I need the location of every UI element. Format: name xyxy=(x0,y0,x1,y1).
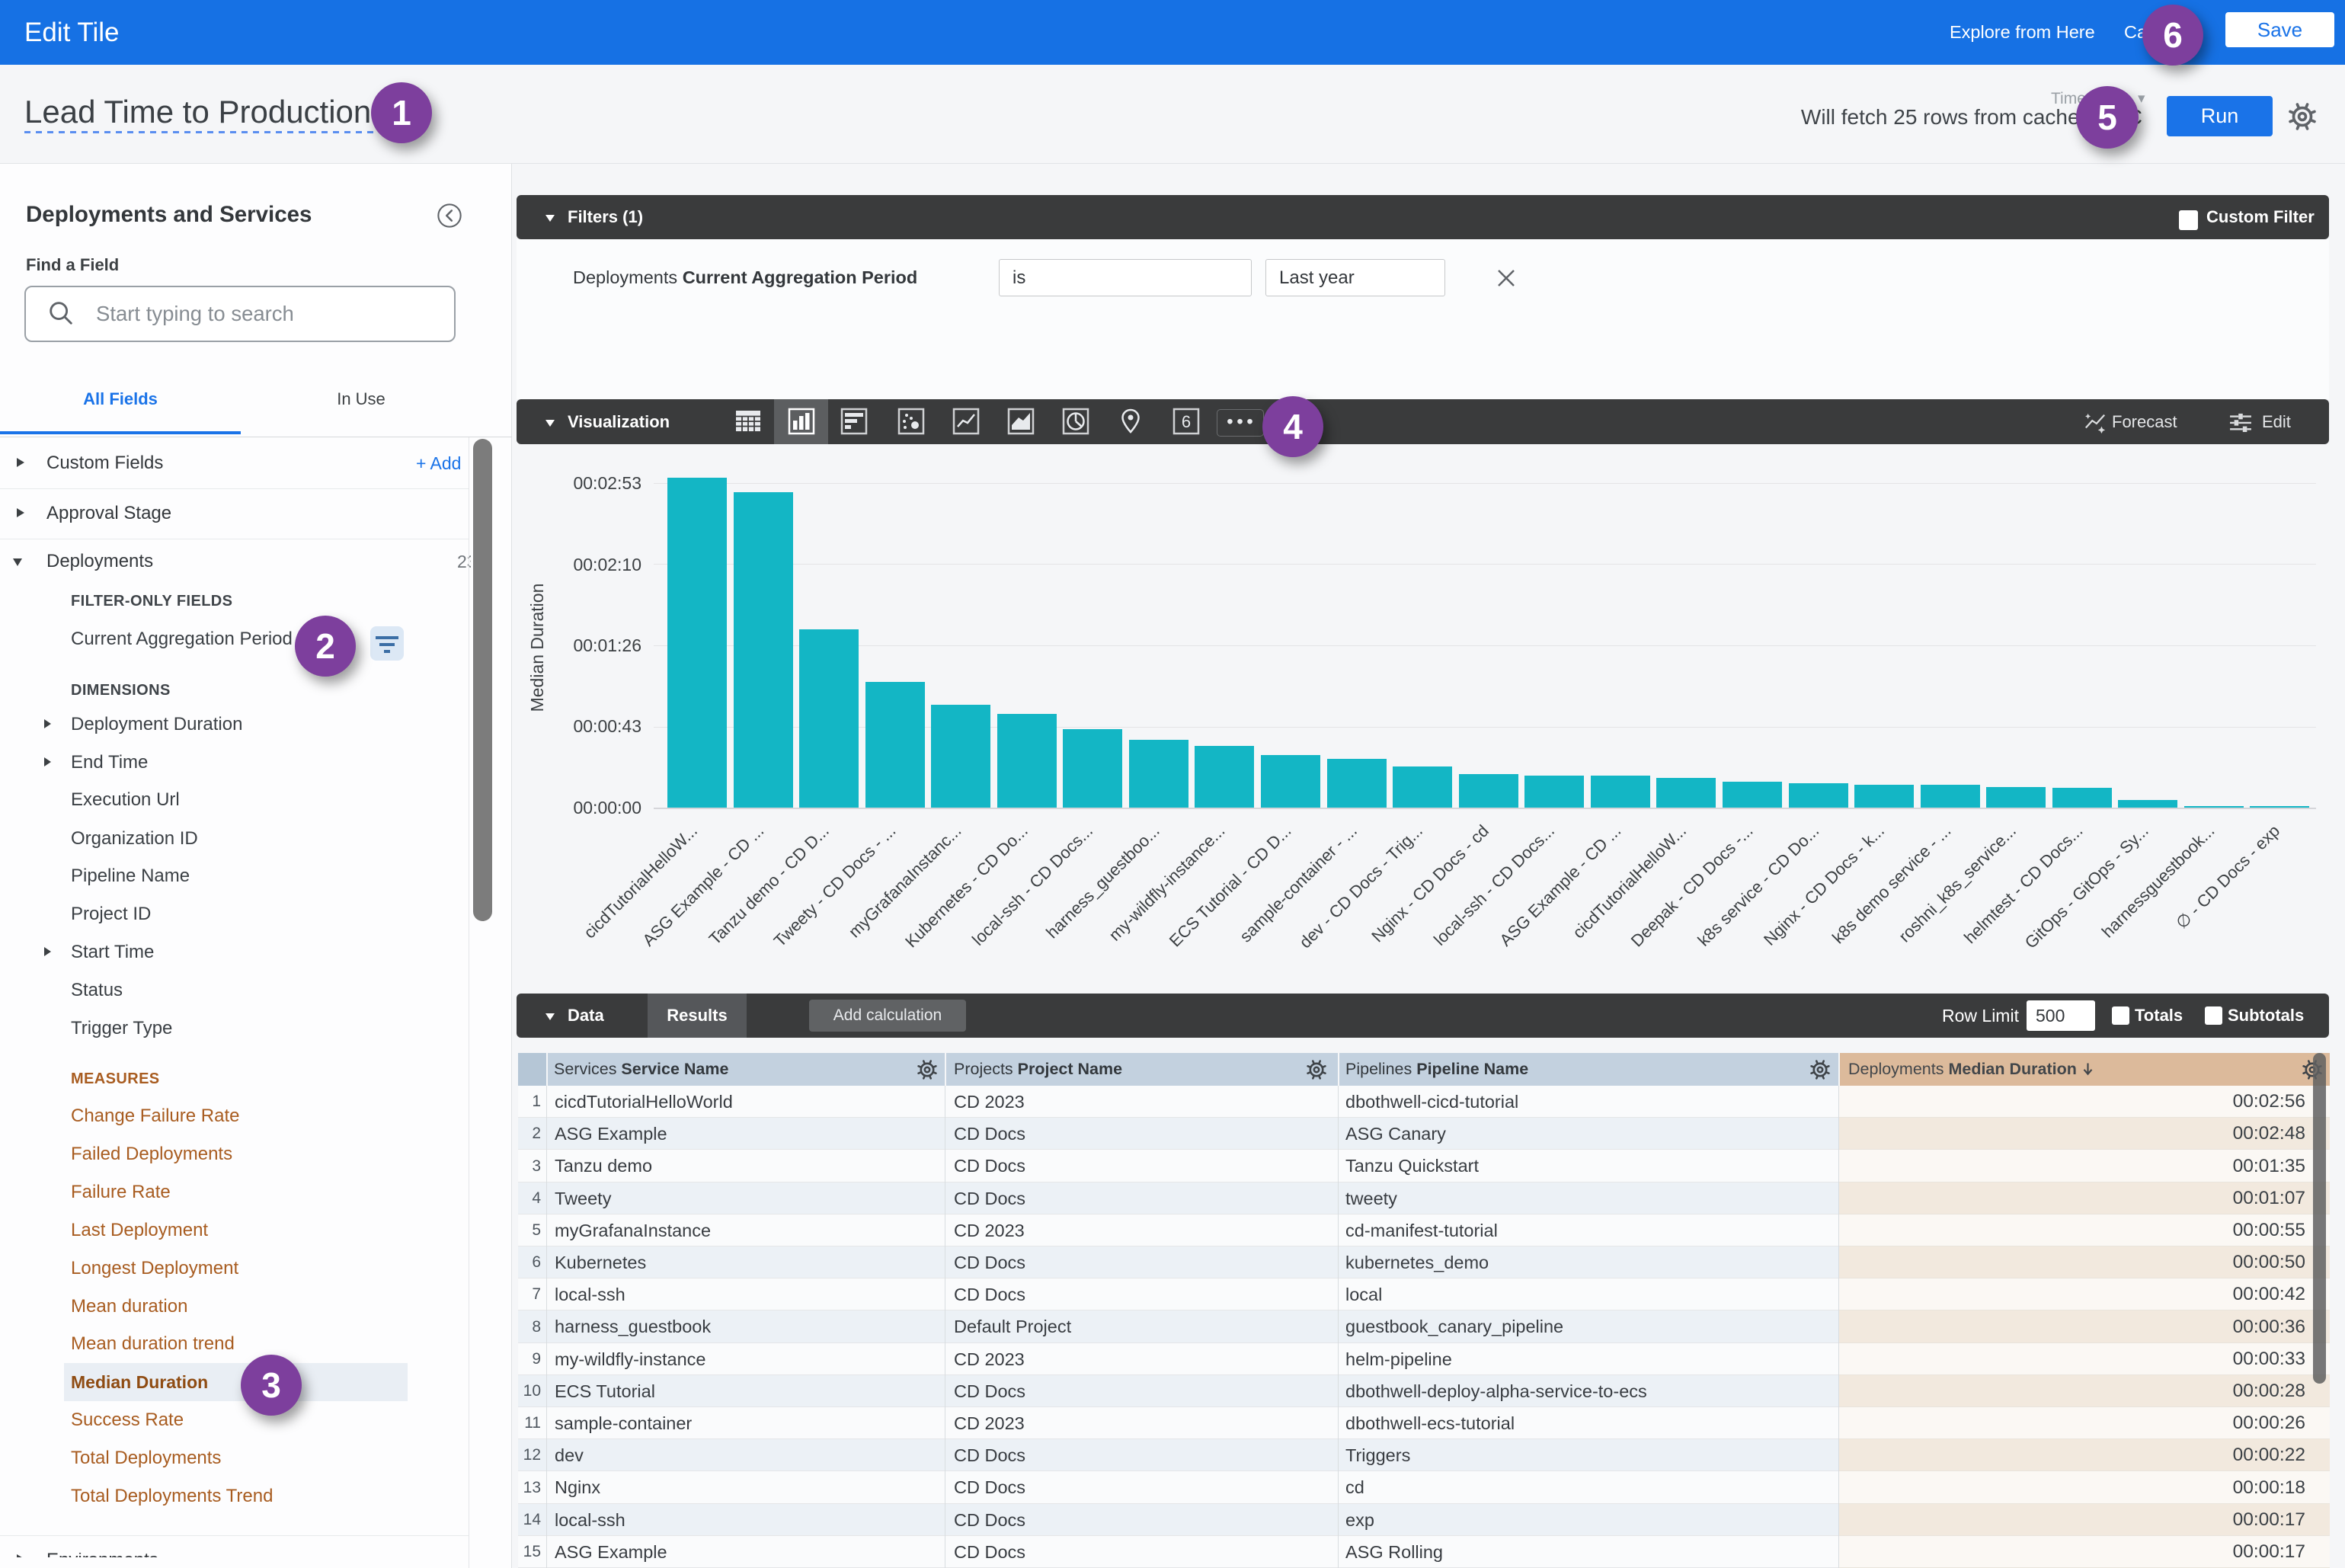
svg-text:6: 6 xyxy=(1182,412,1191,431)
